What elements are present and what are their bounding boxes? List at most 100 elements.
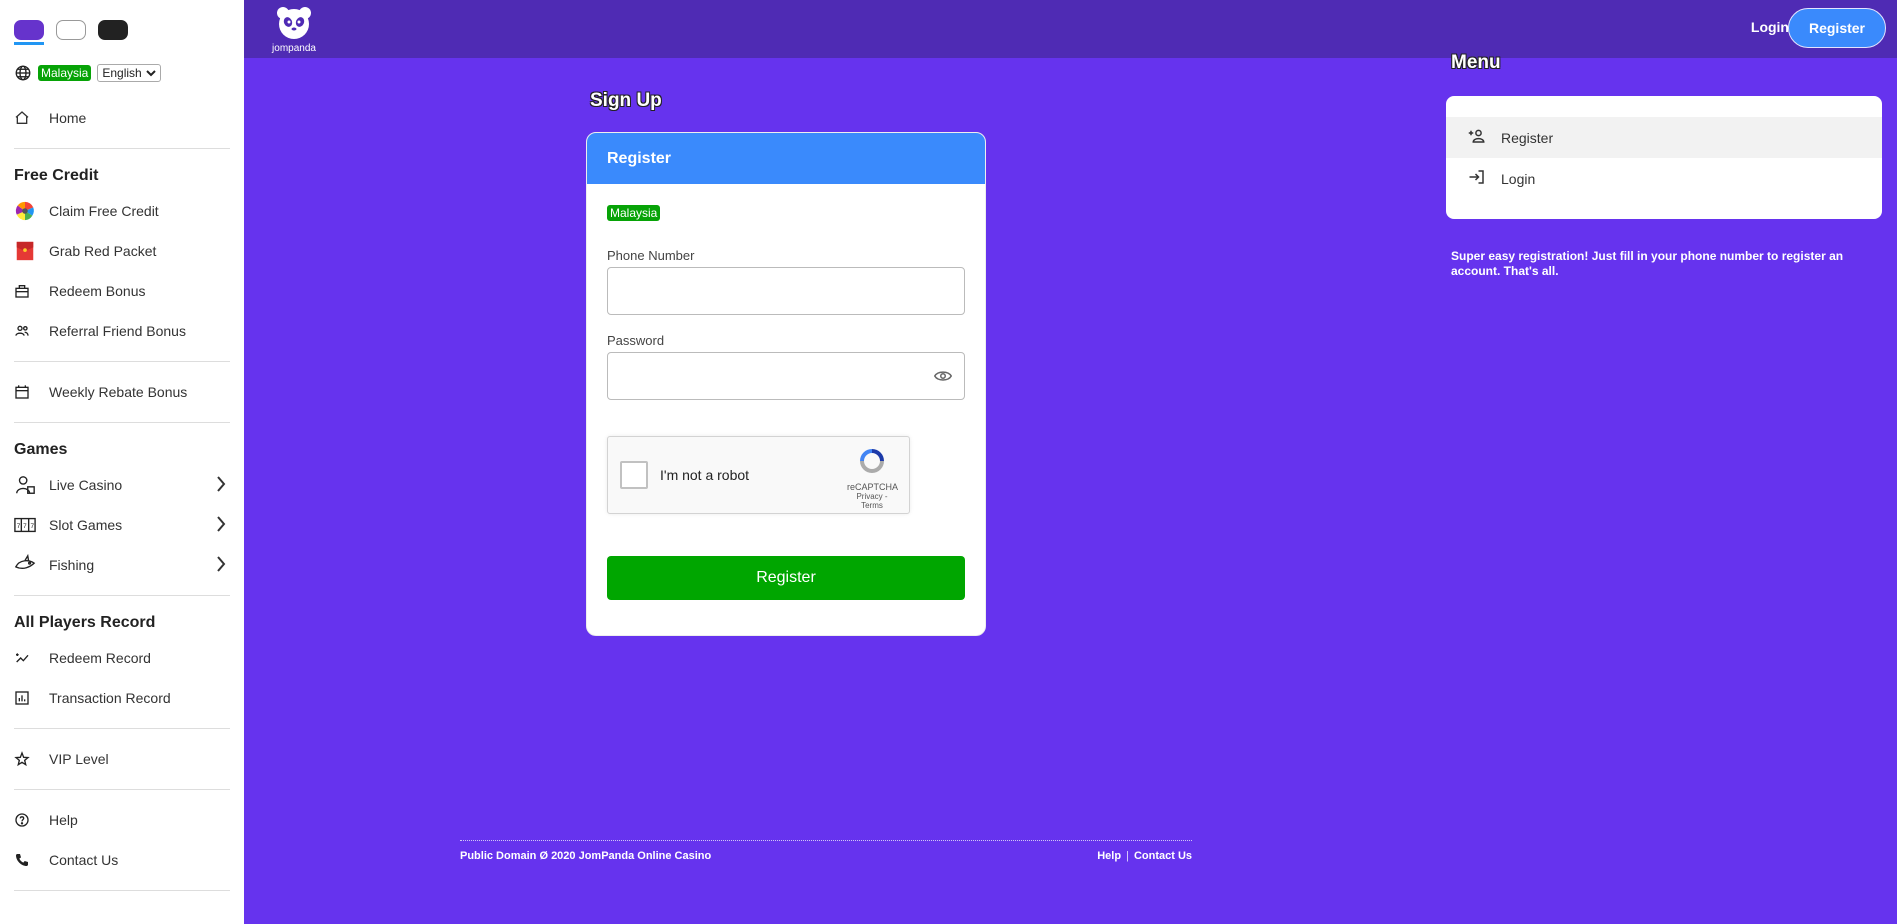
sidebar-item-slot-games[interactable]: 777 Slot Games <box>14 505 230 545</box>
password-input[interactable] <box>608 353 964 399</box>
divider <box>14 890 230 891</box>
phone-field-wrapper <box>607 267 965 315</box>
sidebar-item-label: Fishing <box>49 557 95 573</box>
sidebar-item-label: Redeem Bonus <box>49 283 146 299</box>
sidebar-item-label: Slot Games <box>49 517 123 533</box>
sidebar-item-label: Claim Free Credit <box>49 203 159 219</box>
sidebar-item-label: Home <box>49 110 87 126</box>
svg-text:7: 7 <box>31 523 35 530</box>
menu-item-label: Register <box>1501 129 1554 146</box>
divider <box>14 361 230 362</box>
sidebar-item-label: Grab Red Packet <box>49 243 157 259</box>
chevron-right-icon <box>217 476 226 492</box>
divider <box>14 148 230 149</box>
language-row: Malaysia English <box>14 48 230 98</box>
sidebar-item-referral-friend-bonus[interactable]: Referral Friend Bonus <box>14 311 230 351</box>
recaptcha-brand: reCAPTCHA <box>847 482 899 492</box>
prize-wheel-icon <box>15 201 34 221</box>
sidebar-item-label: Transaction Record <box>49 690 171 706</box>
menu-item-login[interactable]: Login <box>1446 158 1882 199</box>
svg-text:7: 7 <box>17 523 21 530</box>
menu-title: Menu <box>1451 52 1501 73</box>
sidebar-item-claim-free-credit[interactable]: Claim Free Credit <box>14 191 230 231</box>
sidebar-item-label: Live Casino <box>49 477 123 493</box>
red-packet-icon <box>16 241 34 261</box>
sidebar-item-transaction-record[interactable]: Transaction Record <box>14 678 230 718</box>
sidebar-item-fishing[interactable]: Fishing <box>14 545 230 585</box>
phone-number-input[interactable] <box>608 268 964 314</box>
sidebar-item-weekly-rebate-bonus[interactable]: Weekly Rebate Bonus <box>14 372 230 412</box>
footer-contact-link[interactable]: Contact Us <box>1134 850 1192 862</box>
sidebar-item-label: Referral Friend Bonus <box>49 323 186 339</box>
divider <box>14 595 230 596</box>
sidebar-item-label: VIP Level <box>49 751 109 767</box>
sidebar-item-redeem-bonus[interactable]: Redeem Bonus <box>14 271 230 311</box>
register-card: Register Malaysia Phone Number Password … <box>586 132 986 636</box>
star-icon <box>14 751 30 767</box>
phone-icon <box>16 854 28 866</box>
logo[interactable]: jompanda <box>268 6 320 54</box>
section-title-games: Games <box>14 441 68 458</box>
region-badge: Malaysia <box>607 205 661 221</box>
menu-item-register[interactable]: Register <box>1446 117 1882 158</box>
sidebar-item-label: Contact Us <box>49 852 119 868</box>
language-select[interactable]: English <box>97 64 161 82</box>
promo-text: Super easy registration! Just fill in yo… <box>1451 249 1844 278</box>
theme-purple-button[interactable] <box>14 20 44 45</box>
sidebar: Malaysia English Home Free Credit Claim … <box>0 0 244 924</box>
sidebar-item-label: Help <box>49 812 78 828</box>
section-title-free-credit: Free Credit <box>14 167 99 184</box>
sidebar-item-home[interactable]: Home <box>14 98 230 138</box>
footer: Public Domain Ø 2020 JomPanda Online Cas… <box>460 840 1192 862</box>
shark-icon <box>14 554 36 570</box>
gift-box-icon <box>15 285 29 298</box>
eye-icon[interactable] <box>934 369 952 383</box>
recaptcha-logo: reCAPTCHA Privacy - Terms <box>847 445 899 510</box>
recaptcha-icon <box>860 449 884 473</box>
live-casino-dealer-icon <box>16 476 35 494</box>
page-title: Sign Up <box>590 90 662 111</box>
recaptcha-links[interactable]: Privacy - Terms <box>847 492 897 510</box>
logo-text: jompanda <box>272 43 316 54</box>
home-icon <box>15 111 29 124</box>
chevron-down-icon <box>146 70 156 77</box>
sidebar-item-live-casino[interactable]: Live Casino <box>14 465 230 505</box>
globe-icon <box>15 65 31 81</box>
sparkle-trend-icon <box>16 653 29 663</box>
section-title-all-players-record: All Players Record <box>14 614 156 631</box>
sidebar-item-vip-level[interactable]: VIP Level <box>14 739 230 779</box>
add-person-icon <box>1468 129 1485 143</box>
top-header: jompanda Login Register <box>244 0 1897 58</box>
slot-machine-icon: 777 <box>14 517 36 533</box>
recaptcha-widget: I'm not a robot reCAPTCHA Privacy - Term… <box>607 436 910 514</box>
footer-help-link[interactable]: Help <box>1097 850 1121 862</box>
bar-chart-icon <box>15 691 29 705</box>
header-login-link[interactable]: Login <box>1751 19 1789 35</box>
sidebar-item-contact-us[interactable]: Contact Us <box>14 840 230 880</box>
calendar-icon <box>15 385 29 399</box>
header-register-button[interactable]: Register <box>1788 8 1886 48</box>
login-arrow-icon <box>1469 170 1484 184</box>
register-card-title: Register <box>587 133 985 184</box>
sidebar-item-label: Redeem Record <box>49 650 151 666</box>
phone-label: Phone Number <box>607 248 695 263</box>
menu-card: Register Login <box>1446 96 1882 219</box>
theme-dark-button[interactable] <box>98 20 128 40</box>
password-label: Password <box>607 333 665 348</box>
help-icon <box>15 813 29 827</box>
chevron-right-icon <box>217 556 226 572</box>
menu-item-label: Login <box>1501 170 1536 187</box>
theme-white-button[interactable] <box>56 20 86 40</box>
recaptcha-checkbox[interactable] <box>620 461 648 489</box>
sidebar-item-help[interactable]: Help <box>14 800 230 840</box>
register-submit-button[interactable]: Register <box>607 556 965 600</box>
divider <box>14 789 230 790</box>
copyright-text: Public Domain Ø 2020 JomPanda Online Cas… <box>460 850 712 862</box>
sidebar-item-redeem-record[interactable]: Redeem Record <box>14 638 230 678</box>
svg-text:7: 7 <box>23 523 27 530</box>
recaptcha-label: I'm not a robot <box>660 467 750 483</box>
password-field-wrapper <box>607 352 965 400</box>
sidebar-item-grab-red-packet[interactable]: Grab Red Packet <box>14 231 230 271</box>
sidebar-item-label: Weekly Rebate Bonus <box>49 384 188 400</box>
chevron-right-icon <box>217 516 226 532</box>
